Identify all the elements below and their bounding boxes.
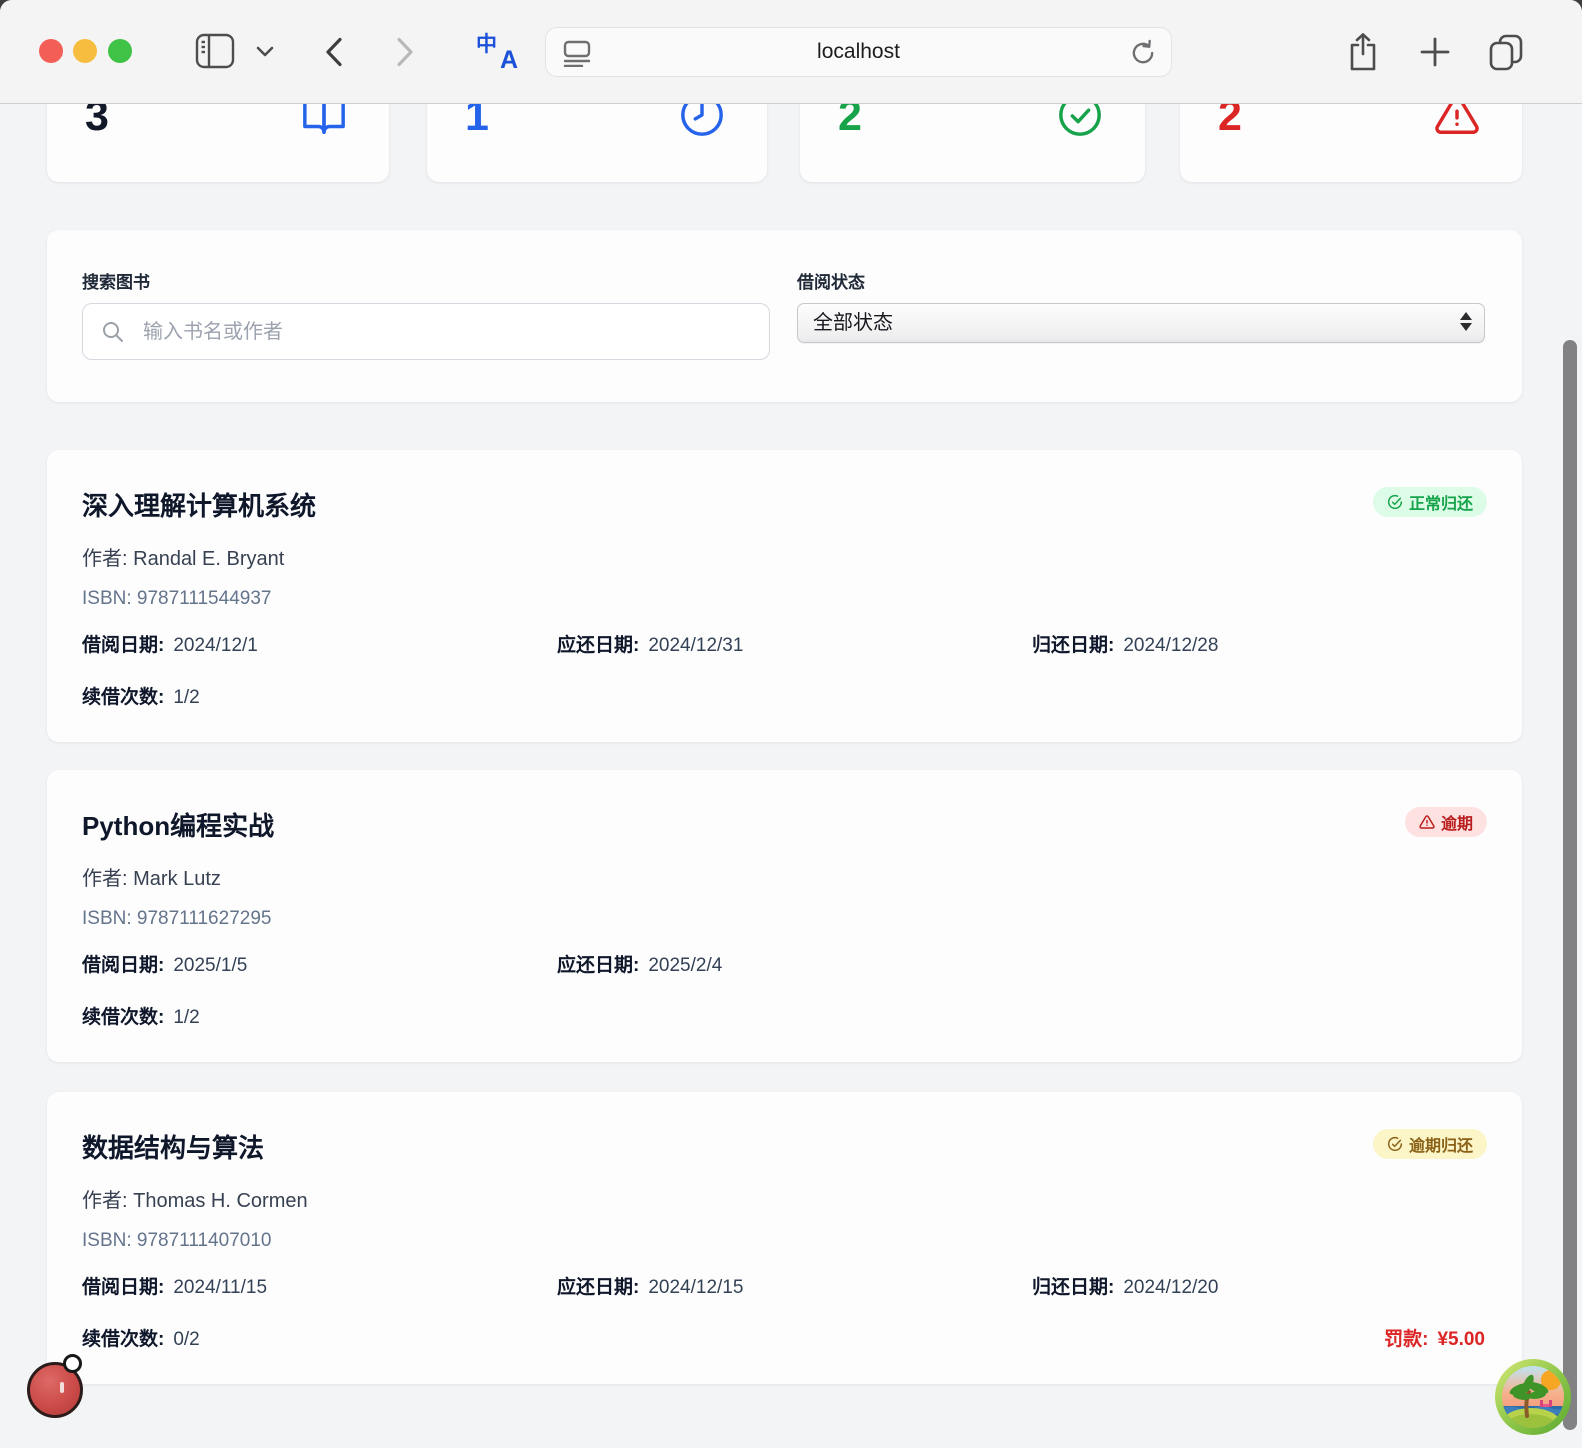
share-button[interactable] [1344, 29, 1382, 75]
new-tab-button[interactable] [1416, 33, 1454, 71]
borrow-date: 借阅日期:2024/12/1 [82, 630, 258, 657]
badge-check-icon [1387, 1136, 1403, 1152]
book-isbn: ISBN: 9787111544937 [82, 588, 271, 610]
zoom-window-button[interactable] [108, 39, 132, 63]
renew-count: 续借次数:1/2 [82, 1002, 200, 1029]
status-badge: 逾期归还 [1373, 1129, 1487, 1159]
book-author: 作者: Mark Lutz [82, 862, 221, 891]
translate-button[interactable]: 中 A [476, 31, 520, 73]
renew-count: 续借次数:0/2 [82, 1324, 200, 1351]
return-date: 归还日期:2024/12/28 [1032, 630, 1218, 657]
book-author: 作者: Randal E. Bryant [82, 542, 284, 571]
search-icon [101, 320, 125, 349]
book-author: 作者: Thomas H. Cormen [82, 1184, 308, 1213]
book-card: Python编程实战 逾期 作者: Mark Lutz ISBN: 978711… [47, 770, 1522, 1062]
status-label: 借阅状态 [797, 268, 865, 293]
status-select-value: 全部状态 [813, 304, 893, 342]
forward-arrow-icon [396, 37, 414, 67]
due-date: 应还日期:2024/12/15 [557, 1272, 743, 1299]
status-badge-label: 正常归还 [1409, 490, 1473, 514]
renew-count: 续借次数:1/2 [82, 682, 200, 709]
status-badge: 正常归还 [1373, 487, 1487, 517]
book-isbn: ISBN: 9787111627295 [82, 908, 271, 930]
return-date: 归还日期:2024/12/20 [1032, 1272, 1218, 1299]
palm-island-icon [1494, 1358, 1572, 1436]
island-app-icon[interactable] [1494, 1358, 1572, 1436]
status-badge-label: 逾期归还 [1409, 1132, 1473, 1156]
forward-button[interactable] [389, 36, 421, 68]
minimize-window-button[interactable] [73, 39, 97, 63]
plus-icon [1419, 36, 1451, 68]
book-title: Python编程实战 [82, 806, 274, 843]
fine-amount: 罚款:¥5.00 [1384, 1324, 1485, 1351]
filter-panel: 搜索图书 借阅状态 全部状态 [47, 230, 1522, 402]
badge-alert-icon [1419, 814, 1435, 830]
show-tabs-button[interactable] [1486, 31, 1526, 73]
sidebar-toggle-button[interactable] [192, 29, 238, 73]
status-select[interactable]: 全部状态 [797, 303, 1485, 343]
status-badge: 逾期 [1405, 807, 1487, 837]
book-title: 深入理解计算机系统 [82, 486, 316, 523]
browser-window: 3 1 2 2 搜索图书 借阅状态 全部状态 [0, 0, 1582, 1448]
book-title: 数据结构与算法 [82, 1128, 264, 1165]
url-text: localhost [546, 28, 1171, 76]
cursor-dot-small [63, 1354, 82, 1373]
sidebar-icon [195, 33, 235, 69]
back-button[interactable] [318, 36, 350, 68]
book-card: 深入理解计算机系统 正常归还 作者: Randal E. Bryant ISBN… [47, 450, 1522, 742]
book-card: 数据结构与算法 逾期归还 作者: Thomas H. Cormen ISBN: … [47, 1092, 1522, 1384]
translate-icon: 中 [476, 28, 497, 58]
reload-button[interactable] [1129, 39, 1157, 72]
borrow-date: 借阅日期:2024/11/15 [82, 1272, 267, 1299]
back-arrow-icon [325, 37, 343, 67]
due-date: 应还日期:2025/2/4 [557, 950, 722, 977]
search-field [82, 303, 770, 360]
url-bar[interactable]: localhost [545, 27, 1172, 77]
due-date: 应还日期:2024/12/31 [557, 630, 743, 657]
search-label: 搜索图书 [82, 268, 150, 293]
tabs-icon [1488, 33, 1524, 71]
browser-toolbar: 中 A localhost [0, 0, 1582, 104]
badge-check-icon [1387, 494, 1403, 510]
borrow-date: 借阅日期:2025/1/5 [82, 950, 247, 977]
share-icon [1348, 32, 1378, 72]
close-window-button[interactable] [39, 39, 63, 63]
status-badge-label: 逾期 [1441, 810, 1473, 834]
toolbar-chevron-down-icon[interactable] [253, 42, 277, 60]
scrollbar-thumb[interactable] [1563, 340, 1577, 1430]
search-input[interactable] [141, 304, 755, 360]
select-spinner-icon [1460, 312, 1472, 331]
book-isbn: ISBN: 9787111407010 [82, 1230, 271, 1252]
